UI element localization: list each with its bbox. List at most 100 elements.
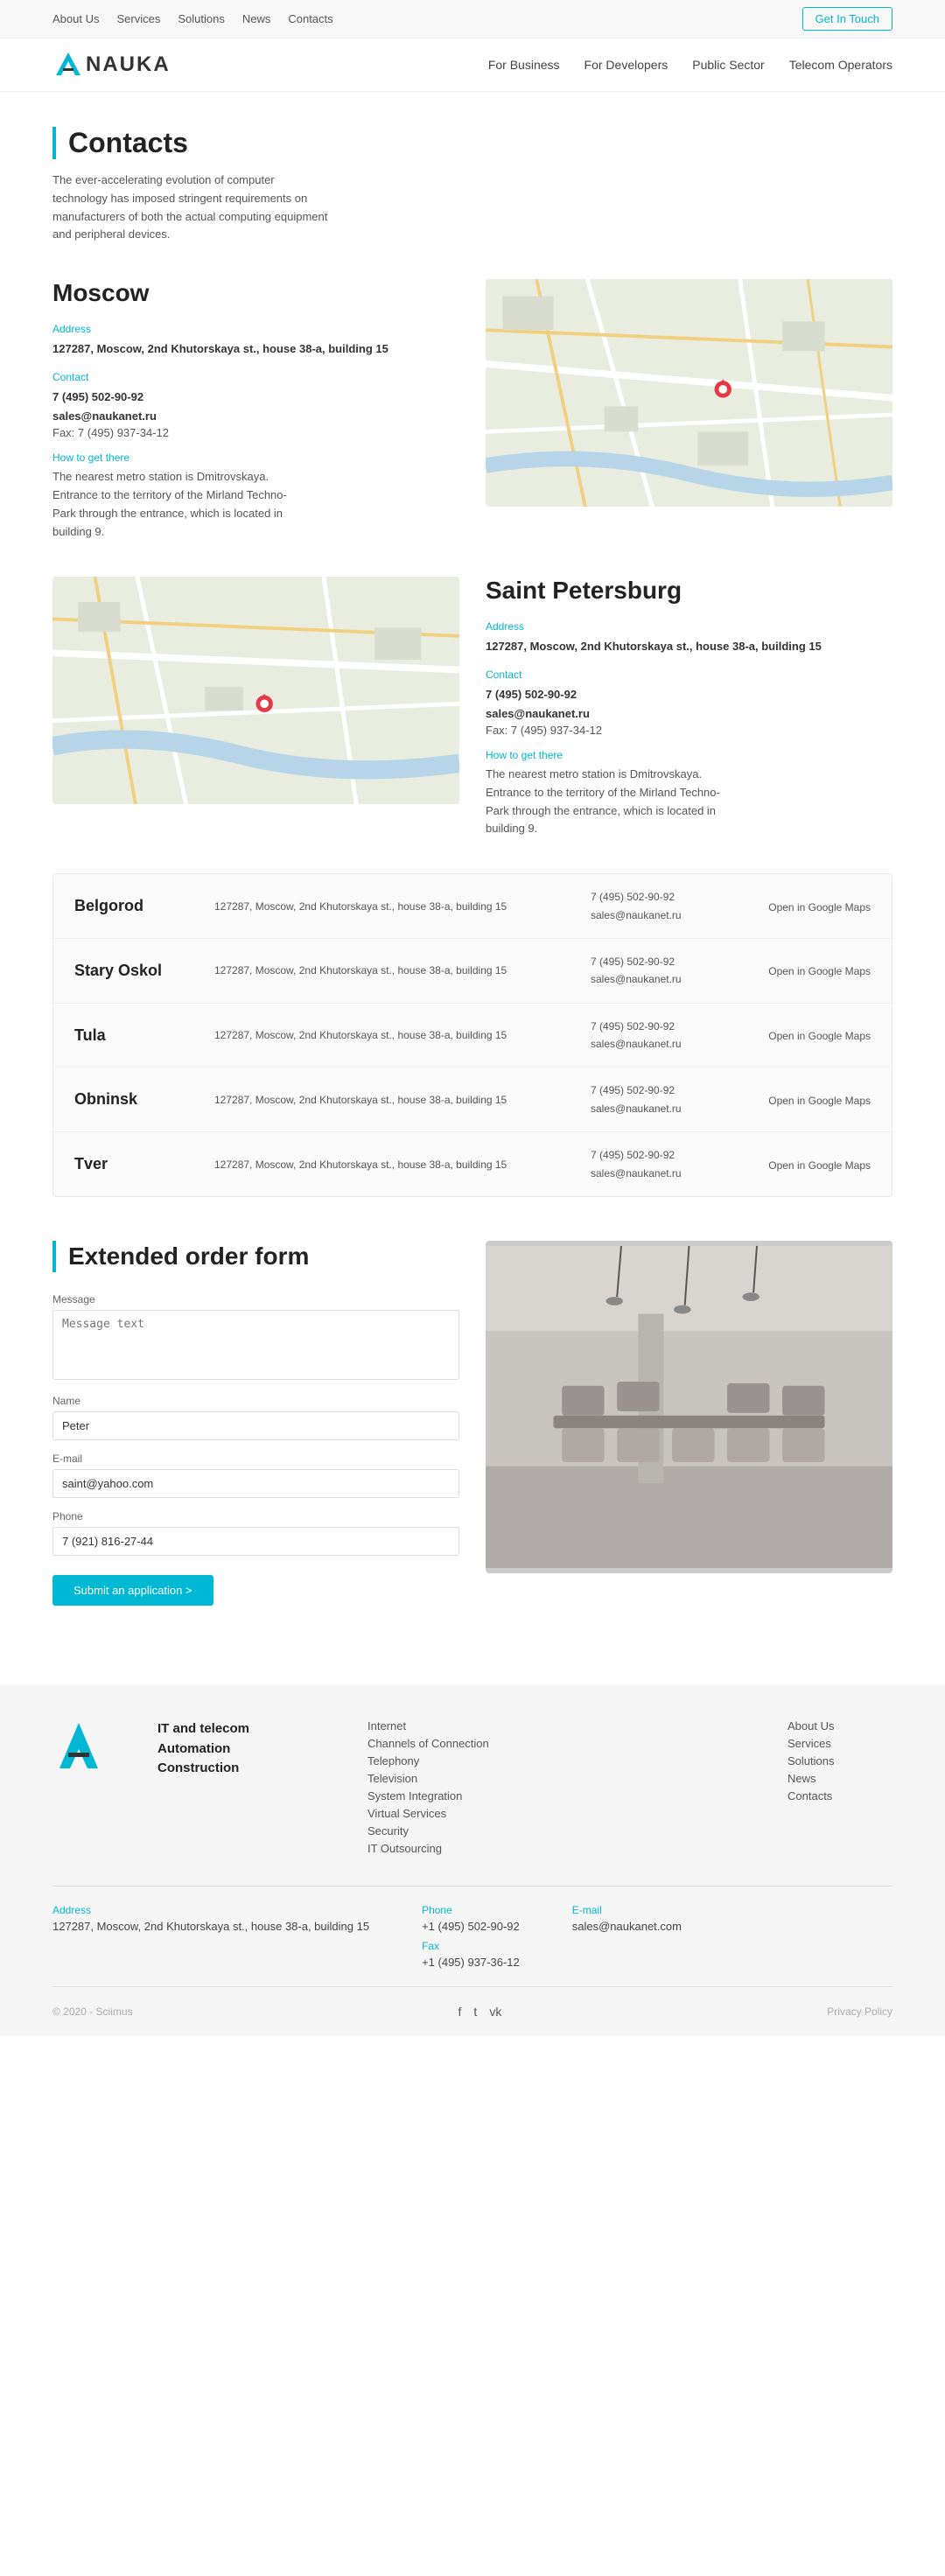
city-belgorod-name: Belgorod <box>74 897 214 915</box>
footer-link-contacts[interactable]: Contacts <box>788 1789 892 1802</box>
footer-email-label: E-mail <box>572 1904 682 1916</box>
footer-link-news[interactable]: News <box>788 1772 892 1785</box>
nav-telecom[interactable]: Telecom Operators <box>789 58 892 72</box>
moscow-phone: 7 (495) 502-90-92 <box>52 388 459 407</box>
form-name-label: Name <box>52 1395 459 1407</box>
header: NAUKA For Business For Developers Public… <box>0 38 945 92</box>
footer-phone-label: Phone <box>422 1904 520 1916</box>
privacy-policy-link[interactable]: Privacy Policy <box>827 2006 892 2018</box>
city-tula-map-link[interactable]: Open in Google Maps <box>768 1030 871 1042</box>
moscow-email: sales@naukanet.ru <box>52 407 459 426</box>
city-belgorod-contact: 7 (495) 502-90-92 sales@naukanet.ru <box>591 888 748 924</box>
footer-link-it-outsourcing[interactable]: IT Outsourcing <box>368 1842 752 1855</box>
form-phone-group: Phone <box>52 1510 459 1556</box>
topbar-link-contacts[interactable]: Contacts <box>288 12 332 25</box>
footer-link-internet[interactable]: Internet <box>368 1719 752 1732</box>
footer-link-about[interactable]: About Us <box>788 1719 892 1732</box>
footer-link-security[interactable]: Security <box>368 1824 752 1838</box>
footer-copyright: © 2020 - Sciimus <box>52 2006 133 2018</box>
moscow-address: 127287, Moscow, 2nd Khutorskaya st., hou… <box>52 340 459 359</box>
city-obninsk-contact: 7 (495) 502-90-92 sales@naukanet.ru <box>591 1082 748 1117</box>
moscow-how-text: The nearest metro station is Dmitrovskay… <box>52 468 298 541</box>
main-content: Contacts The ever-accelerating evolution… <box>0 92 945 1684</box>
spb-email: sales@naukanet.ru <box>486 704 892 724</box>
logo[interactable]: NAUKA <box>52 51 171 79</box>
footer: IT and telecom Automation Construction I… <box>0 1684 945 2036</box>
topbar-link-solutions[interactable]: Solutions <box>178 12 224 25</box>
city-tula-name: Tula <box>74 1026 214 1045</box>
city-tula-contact: 7 (495) 502-90-92 sales@naukanet.ru <box>591 1018 748 1054</box>
topbar-link-services[interactable]: Services <box>116 12 160 25</box>
city-belgorod-phone: 7 (495) 502-90-92 <box>591 888 748 906</box>
city-obninsk-map: Open in Google Maps <box>748 1093 871 1107</box>
footer-address-value: 127287, Moscow, 2nd Khutorskaya st., hou… <box>52 1920 369 1933</box>
form-room-image <box>486 1241 892 1573</box>
footer-link-channels[interactable]: Channels of Connection <box>368 1737 752 1750</box>
table-row: Obninsk 127287, Moscow, 2nd Khutorskaya … <box>53 1068 892 1132</box>
form-title: Extended order form <box>52 1241 459 1272</box>
contacts-title: Contacts <box>52 127 892 159</box>
footer-brand: IT and telecom Automation Construction <box>158 1719 332 1859</box>
footer-link-services[interactable]: Services <box>788 1737 892 1750</box>
city-staryoskol-map-link[interactable]: Open in Google Maps <box>768 965 871 977</box>
topbar-link-about[interactable]: About Us <box>52 12 99 25</box>
contacts-description: The ever-accelerating evolution of compu… <box>52 172 332 244</box>
nav-developers[interactable]: For Developers <box>584 58 668 72</box>
footer-brand-line1: IT and telecom <box>158 1719 332 1740</box>
spb-how-text: The nearest metro station is Dmitrovskay… <box>486 766 731 838</box>
form-name-group: Name <box>52 1395 459 1440</box>
footer-link-television[interactable]: Television <box>368 1772 752 1785</box>
topbar-link-news[interactable]: News <box>242 12 271 25</box>
city-obninsk-map-link[interactable]: Open in Google Maps <box>768 1095 871 1107</box>
top-bar: About Us Services Solutions News Contact… <box>0 0 945 38</box>
city-obninsk-email: sales@naukanet.ru <box>591 1100 748 1117</box>
footer-brand-line2: Automation <box>158 1740 332 1760</box>
city-obninsk-phone: 7 (495) 502-90-92 <box>591 1082 748 1099</box>
city-staryoskol-map: Open in Google Maps <box>748 963 871 977</box>
city-staryoskol-name: Stary Oskol <box>74 962 214 980</box>
nav-public-sector[interactable]: Public Sector <box>692 58 764 72</box>
city-staryoskol-contact: 7 (495) 502-90-92 sales@naukanet.ru <box>591 953 748 989</box>
form-phone-input[interactable] <box>52 1527 459 1556</box>
city-belgorod-map-link[interactable]: Open in Google Maps <box>768 901 871 914</box>
footer-link-solutions[interactable]: Solutions <box>788 1754 892 1768</box>
footer-link-virtual-services[interactable]: Virtual Services <box>368 1807 752 1820</box>
moscow-contact-label: Contact <box>52 371 459 383</box>
city-obninsk-name: Obninsk <box>74 1090 214 1109</box>
footer-link-system-integration[interactable]: System Integration <box>368 1789 752 1802</box>
submit-button[interactable]: Submit an application > <box>52 1575 214 1606</box>
moscow-info: Moscow Address 127287, Moscow, 2nd Khuto… <box>52 279 459 541</box>
form-message-textarea[interactable] <box>52 1310 459 1380</box>
spb-phone: 7 (495) 502-90-92 <box>486 685 892 704</box>
footer-email-block: E-mail sales@naukanet.com <box>572 1904 682 1969</box>
footer-logo <box>52 1719 122 1859</box>
form-name-input[interactable] <box>52 1411 459 1440</box>
footer-top: IT and telecom Automation Construction I… <box>52 1719 892 1859</box>
get-in-touch-button[interactable]: Get In Touch <box>802 7 892 31</box>
spb-address: 127287, Moscow, 2nd Khutorskaya st., hou… <box>486 637 892 656</box>
social-twitter[interactable]: t <box>473 2005 477 2019</box>
spb-city-name: Saint Petersburg <box>486 577 892 605</box>
footer-brand-lines: IT and telecom Automation Construction <box>158 1719 332 1779</box>
form-email-input[interactable] <box>52 1469 459 1498</box>
city-tver-map-link[interactable]: Open in Google Maps <box>768 1159 871 1172</box>
main-nav: For Business For Developers Public Secto… <box>488 58 892 72</box>
social-vk[interactable]: vk <box>489 2005 501 2019</box>
spb-map-svg <box>52 577 459 804</box>
table-row: Belgorod 127287, Moscow, 2nd Khutorskaya… <box>53 874 892 939</box>
form-message-label: Message <box>52 1293 459 1306</box>
city-tver-map: Open in Google Maps <box>748 1158 871 1172</box>
footer-link-telephony[interactable]: Telephony <box>368 1754 752 1768</box>
moscow-map <box>486 279 892 507</box>
footer-fax-value: +1 (495) 937-36-12 <box>422 1956 520 1969</box>
moscow-fax: Fax: 7 (495) 937-34-12 <box>52 426 459 439</box>
spb-fax: Fax: 7 (495) 937-34-12 <box>486 724 892 737</box>
spb-map <box>52 577 459 804</box>
nav-business[interactable]: For Business <box>488 58 560 72</box>
footer-bottom: © 2020 - Sciimus f t vk Privacy Policy <box>52 2005 892 2019</box>
city-tula-email: sales@naukanet.ru <box>591 1035 748 1053</box>
social-facebook[interactable]: f <box>458 2005 462 2019</box>
city-tver-email: sales@naukanet.ru <box>591 1165 748 1182</box>
spb-info: Saint Petersburg Address 127287, Moscow,… <box>486 577 892 838</box>
footer-bottom-info: Address 127287, Moscow, 2nd Khutorskaya … <box>52 1904 892 1969</box>
